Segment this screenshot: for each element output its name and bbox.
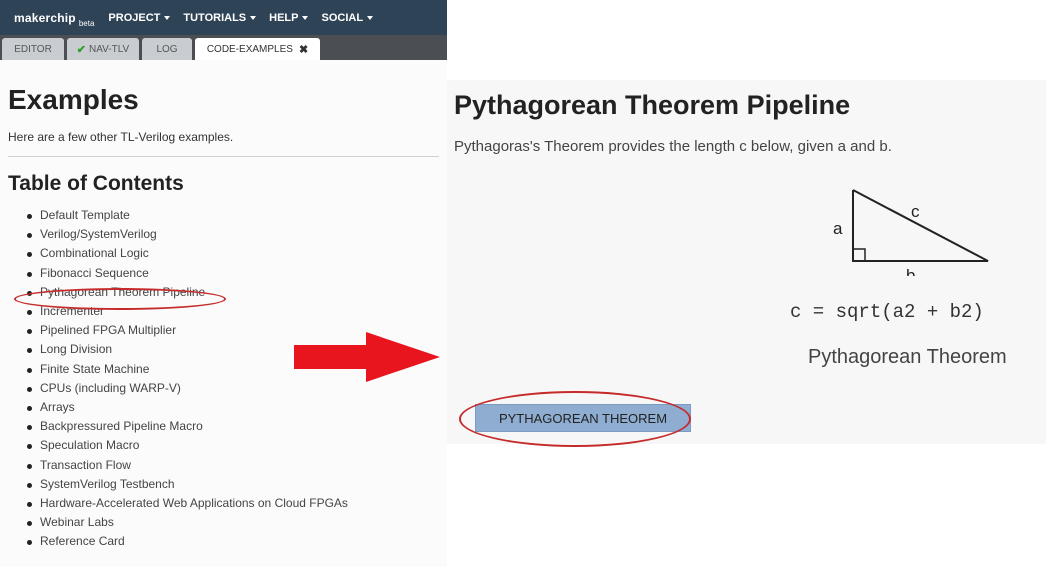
toc-link-testbench[interactable]: SystemVerilog Testbench bbox=[8, 475, 439, 494]
highlight-ellipse bbox=[14, 288, 226, 310]
menu-project[interactable]: PROJECT bbox=[108, 11, 171, 24]
label-a: a bbox=[833, 219, 843, 238]
right-triangle-diagram: a b c bbox=[833, 189, 989, 276]
menu-tutorials-label: TUTORIALS bbox=[183, 11, 247, 24]
examples-pane: makerchip beta PROJECT TUTORIALS HELP SO… bbox=[0, 0, 447, 567]
caret-down-icon bbox=[164, 16, 171, 20]
menu-help-label: HELP bbox=[269, 11, 299, 24]
page-title: Examples bbox=[8, 84, 139, 115]
toc-link-hw-accelerated[interactable]: Hardware-Accelerated Web Applications on… bbox=[8, 494, 439, 513]
tab-nav-tlv[interactable]: ✔ NAV-TLV bbox=[67, 38, 139, 60]
button-highlight-ellipse bbox=[459, 391, 691, 447]
close-icon[interactable]: ✖ bbox=[299, 43, 308, 56]
divider bbox=[8, 156, 439, 157]
caret-down-icon bbox=[250, 16, 257, 20]
label-b: b bbox=[906, 266, 915, 276]
toc-link-fibonacci[interactable]: Fibonacci Sequence bbox=[8, 264, 439, 283]
tab-editor[interactable]: EDITOR bbox=[2, 38, 64, 60]
label-c: c bbox=[911, 202, 920, 221]
tab-editor-label: EDITOR bbox=[14, 43, 52, 55]
check-icon: ✔ bbox=[76, 43, 86, 56]
toc-link-backpressured[interactable]: Backpressured Pipeline Macro bbox=[8, 417, 439, 436]
caret-down-icon bbox=[367, 16, 374, 20]
toc-link-default-template[interactable]: Default Template bbox=[8, 206, 439, 225]
detail-description: Pythagoras's Theorem provides the length… bbox=[454, 138, 892, 155]
diagram-caption: Pythagorean Theorem bbox=[808, 346, 1007, 368]
toc-link-combinational-logic[interactable]: Combinational Logic bbox=[8, 244, 439, 263]
example-detail-panel: Pythagorean Theorem Pipeline Pythagoras'… bbox=[447, 80, 1046, 444]
toc-link-arrays[interactable]: Arrays bbox=[8, 398, 439, 417]
tab-nav-tlv-label: NAV-TLV bbox=[89, 43, 130, 55]
menu-social[interactable]: SOCIAL bbox=[321, 11, 374, 24]
caret-down-icon bbox=[302, 16, 309, 20]
tab-log[interactable]: LOG bbox=[142, 38, 192, 60]
detail-title: Pythagorean Theorem Pipeline bbox=[454, 90, 851, 120]
menu-help[interactable]: HELP bbox=[269, 11, 309, 24]
toc-heading: Table of Contents bbox=[8, 172, 184, 195]
examples-content: Examples Here are a few other TL-Verilog… bbox=[0, 84, 447, 552]
toc-link-speculation[interactable]: Speculation Macro bbox=[8, 436, 439, 455]
toc-link-webinar-labs[interactable]: Webinar Labs bbox=[8, 513, 439, 532]
menu-social-label: SOCIAL bbox=[321, 11, 364, 24]
toc-link-transaction-flow[interactable]: Transaction Flow bbox=[8, 456, 439, 475]
toc-link-reference-card[interactable]: Reference Card bbox=[8, 532, 439, 551]
intro-text: Here are a few other TL-Verilog examples… bbox=[8, 130, 234, 144]
tab-code-examples[interactable]: CODE-EXAMPLES ✖ bbox=[195, 38, 320, 60]
top-navbar: makerchip beta PROJECT TUTORIALS HELP SO… bbox=[0, 0, 447, 35]
logo-text: makerchip bbox=[14, 10, 76, 25]
menu-tutorials[interactable]: TUTORIALS bbox=[183, 11, 257, 24]
formula-text: c = sqrt(a2 + b2) bbox=[790, 301, 984, 323]
makerchip-logo[interactable]: makerchip beta bbox=[14, 10, 95, 28]
tab-log-label: LOG bbox=[156, 43, 178, 55]
tab-bar: EDITOR ✔ NAV-TLV LOG CODE-EXAMPLES ✖ bbox=[0, 35, 447, 60]
toc-link-verilog[interactable]: Verilog/SystemVerilog bbox=[8, 225, 439, 244]
tab-code-examples-label: CODE-EXAMPLES bbox=[206, 43, 293, 55]
logo-beta: beta bbox=[78, 18, 95, 28]
menu-project-label: PROJECT bbox=[108, 11, 161, 24]
arrow-right-icon bbox=[294, 332, 440, 382]
